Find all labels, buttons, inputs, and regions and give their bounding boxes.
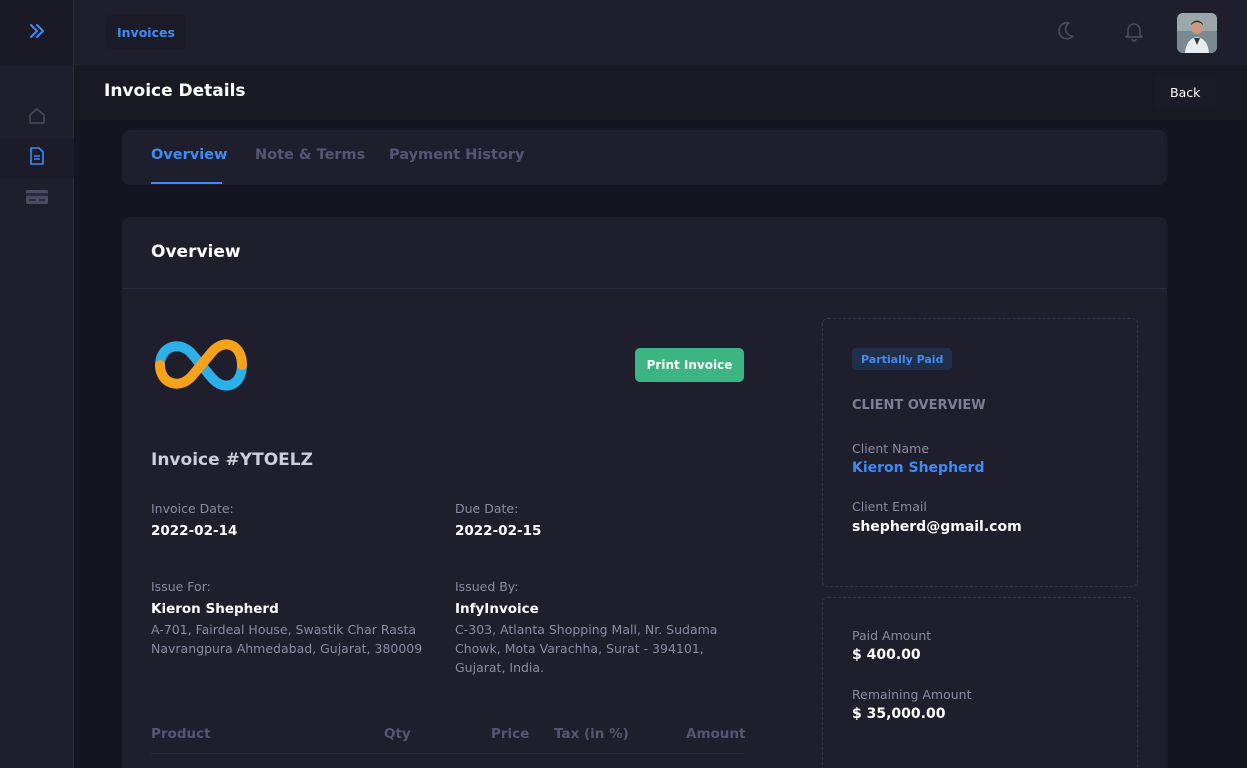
tab-overview[interactable]: Overview [151,147,227,163]
column-header-qty: Qty [384,726,411,742]
client-email-label: Client Email [852,499,927,514]
home-icon [28,107,46,129]
tabs-bar: Overview Note & Terms Payment History [122,130,1167,185]
client-name-label: Client Name [852,441,930,456]
topbar: Invoices [74,0,1247,65]
sidebar-item-payments[interactable] [0,179,74,219]
address-line: C-303, Atlanta Shopping Mall, Nr. Sudama [455,622,718,637]
address-line: A-701, Fairdeal House, Swastik Char Rast… [151,622,417,637]
address-line: Chowk, Mota Varachha, Surat - 394101, [455,641,704,656]
overview-card: Overview Print Invoice Invoice #YTOELZ I… [122,217,1167,768]
client-overview-panel: Partially Paid CLIENT OVERVIEW Client Na… [822,318,1138,587]
card-title: Overview [151,242,241,262]
client-name-link[interactable]: Kieron Shepherd [852,460,984,476]
active-tab-indicator [151,182,222,184]
client-email: shepherd@gmail.com [852,519,1022,535]
column-header-tax: Tax (in %) [554,726,629,742]
tab-note-terms[interactable]: Note & Terms [255,147,365,163]
avatar[interactable] [1177,13,1217,53]
divider [122,288,1167,289]
sidebar-item-invoices[interactable] [0,138,74,178]
due-date-label: Due Date: [455,501,519,516]
sidebar-item-dashboard[interactable] [0,98,74,138]
remaining-amount: $ 35,000.00 [852,706,946,722]
tab-payment-history[interactable]: Payment History [389,147,525,163]
invoice-date: 2022-02-14 [151,523,238,539]
invoice-number: Invoice #YTOELZ [151,450,313,470]
paid-amount-label: Paid Amount [852,628,932,643]
issue-for-name: Kieron Shepherd [151,601,279,617]
bell-icon[interactable] [1124,20,1144,46]
credit-card-icon [26,189,48,209]
status-badge: Partially Paid [852,348,953,370]
sidebar-toggle[interactable] [0,0,73,65]
due-date: 2022-02-15 [455,523,542,539]
address-line: Gujarat, India. [455,660,545,675]
company-logo [150,328,252,406]
document-icon [29,147,45,169]
breadcrumb[interactable]: Invoices [106,15,186,49]
double-chevron-right-icon[interactable] [28,23,46,43]
page-header: Invoice Details Back [74,65,1247,120]
address-line: Navrangpura Ahmedabad, Gujarat, 380009 [151,641,423,656]
payment-summary-panel: Paid Amount $ 400.00 Remaining Amount $ … [822,597,1138,768]
invoice-date-label: Invoice Date: [151,501,234,516]
moon-icon[interactable] [1056,20,1076,46]
issued-by-address: C-303, Atlanta Shopping Mall, Nr. Sudama… [455,620,717,677]
remaining-amount-label: Remaining Amount [852,687,972,702]
print-invoice-button[interactable]: Print Invoice [635,348,744,382]
client-overview-heading: CLIENT OVERVIEW [852,398,986,413]
column-header-price: Price [491,726,530,742]
issue-for-address: A-701, Fairdeal House, Swastik Char Rast… [151,620,422,658]
page-title: Invoice Details [104,81,246,101]
column-header-amount: Amount [686,726,746,742]
column-header-product: Product [151,726,211,742]
sidebar [0,0,74,768]
issued-by-label: Issued By: [455,579,519,594]
issue-for-label: Issue For: [151,579,211,594]
table-divider [151,753,744,754]
issued-by-name: InfyInvoice [455,601,539,617]
back-button[interactable]: Back [1154,76,1217,108]
paid-amount: $ 400.00 [852,647,921,663]
